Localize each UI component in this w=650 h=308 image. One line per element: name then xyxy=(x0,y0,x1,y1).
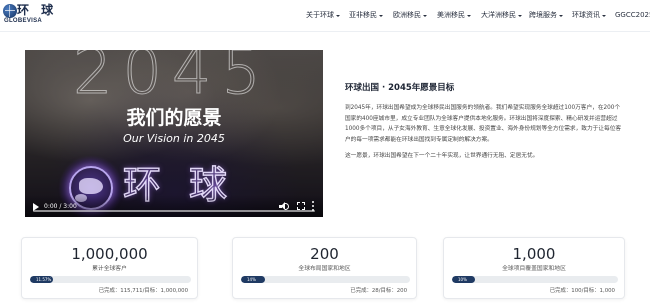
nav-item-label: 欧洲移民 xyxy=(393,11,421,19)
chevron-down-icon xyxy=(423,14,427,17)
nav-item-asia-africa[interactable]: 亚非移民 xyxy=(349,10,383,21)
stat-detail: 已完成：100/目标：1,000 xyxy=(549,288,615,294)
nav-item-americas[interactable]: 美洲移民 xyxy=(437,10,471,21)
stat-progress-bar: 10% xyxy=(452,276,618,283)
article-paragraph: 这一愿景，环球出国希望在下一个二十年实现，让世界通行无阻、定居无忧。 xyxy=(345,153,539,160)
video-title-cn: 我们的愿景 xyxy=(126,107,222,129)
progress-fill: 14% xyxy=(241,276,265,283)
stat-card-countries: 200 全球布局国家和地区 14% 已完成：28/目标：200 xyxy=(232,237,417,299)
stat-detail: 已完成：28/目标：200 xyxy=(350,288,407,294)
nav-item-label: GGCC2025 xyxy=(615,11,650,19)
vision-article: 环球出国 · 2045年愿景目标 到2045年，环球出国希望成为全球移民出国服务… xyxy=(345,82,623,161)
fullscreen-icon[interactable] xyxy=(297,202,305,210)
stat-card-projects: 1,000 全球项目覆盖国家和地区 10% 已完成：100/目标：1,000 xyxy=(443,237,625,299)
stat-value: 1,000 xyxy=(512,245,556,263)
article-paragraph: 到2045年，环球出国希望成为全球移民出国服务的领航者。我们希望实现服务全球超过… xyxy=(345,105,622,143)
site-header: 环 球 GLOBEVISA 关于环球 亚非移民 欧洲移民 美洲移民 大洋洲移民 … xyxy=(0,0,650,32)
nav-item-label: 环球资讯 xyxy=(572,11,600,19)
progress-percent: 14% xyxy=(247,277,256,282)
nav-item-label: 跨境服务 xyxy=(529,11,557,19)
chevron-down-icon xyxy=(467,14,471,17)
stat-label: 累计全球客户 xyxy=(92,266,127,272)
page: 环 球 GLOBEVISA 关于环球 亚非移民 欧洲移民 美洲移民 大洋洲移民 … xyxy=(0,0,650,308)
chevron-down-icon xyxy=(336,14,340,17)
chevron-down-icon xyxy=(559,14,563,17)
progress-percent: 10% xyxy=(458,277,467,282)
vision-video-player[interactable]: 2045 我们的愿景 Our Vision in 2045 环球 0:00 / … xyxy=(25,50,323,217)
nav-item-news[interactable]: 环球资讯 xyxy=(572,10,606,21)
nav-item-ggcc2025[interactable]: GGCC2025 xyxy=(615,10,650,21)
nav-item-europe[interactable]: 欧洲移民 xyxy=(393,10,427,21)
nav-item-cross-border[interactable]: 跨境服务 xyxy=(529,10,563,21)
article-title: 环球出国 · 2045年愿景目标 xyxy=(345,83,455,93)
stat-label: 全球布局国家和地区 xyxy=(298,266,351,272)
main-nav: 关于环球 亚非移民 欧洲移民 美洲移民 大洋洲移民 跨境服务 环球资讯 GGCC… xyxy=(0,0,650,32)
progress-percent: 11.57% xyxy=(36,277,52,282)
nav-item-label: 美洲移民 xyxy=(437,11,465,19)
stat-progress-bar: 14% xyxy=(241,276,410,283)
video-title-en: Our Vision in 2045 xyxy=(123,132,225,145)
stat-value: 200 xyxy=(310,245,339,263)
stat-progress-bar: 11.57% xyxy=(30,276,191,283)
stat-detail: 已完成：115,711/目标：1,000,000 xyxy=(98,288,188,294)
chevron-down-icon xyxy=(518,14,522,17)
video-controls: 0:00 / 3:00 xyxy=(25,195,323,217)
video-seek-bar[interactable] xyxy=(33,210,315,212)
stat-card-customers: 1,000,000 累计全球客户 11.57% 已完成：115,711/目标：1… xyxy=(21,237,198,299)
chevron-down-icon xyxy=(379,14,383,17)
nav-item-about[interactable]: 关于环球 xyxy=(306,10,340,21)
stat-value: 1,000,000 xyxy=(71,245,148,263)
nav-item-label: 大洋洲移民 xyxy=(481,11,516,19)
nav-item-label: 亚非移民 xyxy=(349,11,377,19)
nav-item-oceania[interactable]: 大洋洲移民 xyxy=(481,10,522,21)
video-year-text: 2045 xyxy=(73,50,271,108)
nav-item-label: 关于环球 xyxy=(306,11,334,19)
chevron-down-icon xyxy=(602,14,606,17)
progress-fill: 11.57% xyxy=(30,276,53,283)
stat-label: 全球项目覆盖国家和地区 xyxy=(502,266,566,272)
progress-fill: 10% xyxy=(452,276,476,283)
